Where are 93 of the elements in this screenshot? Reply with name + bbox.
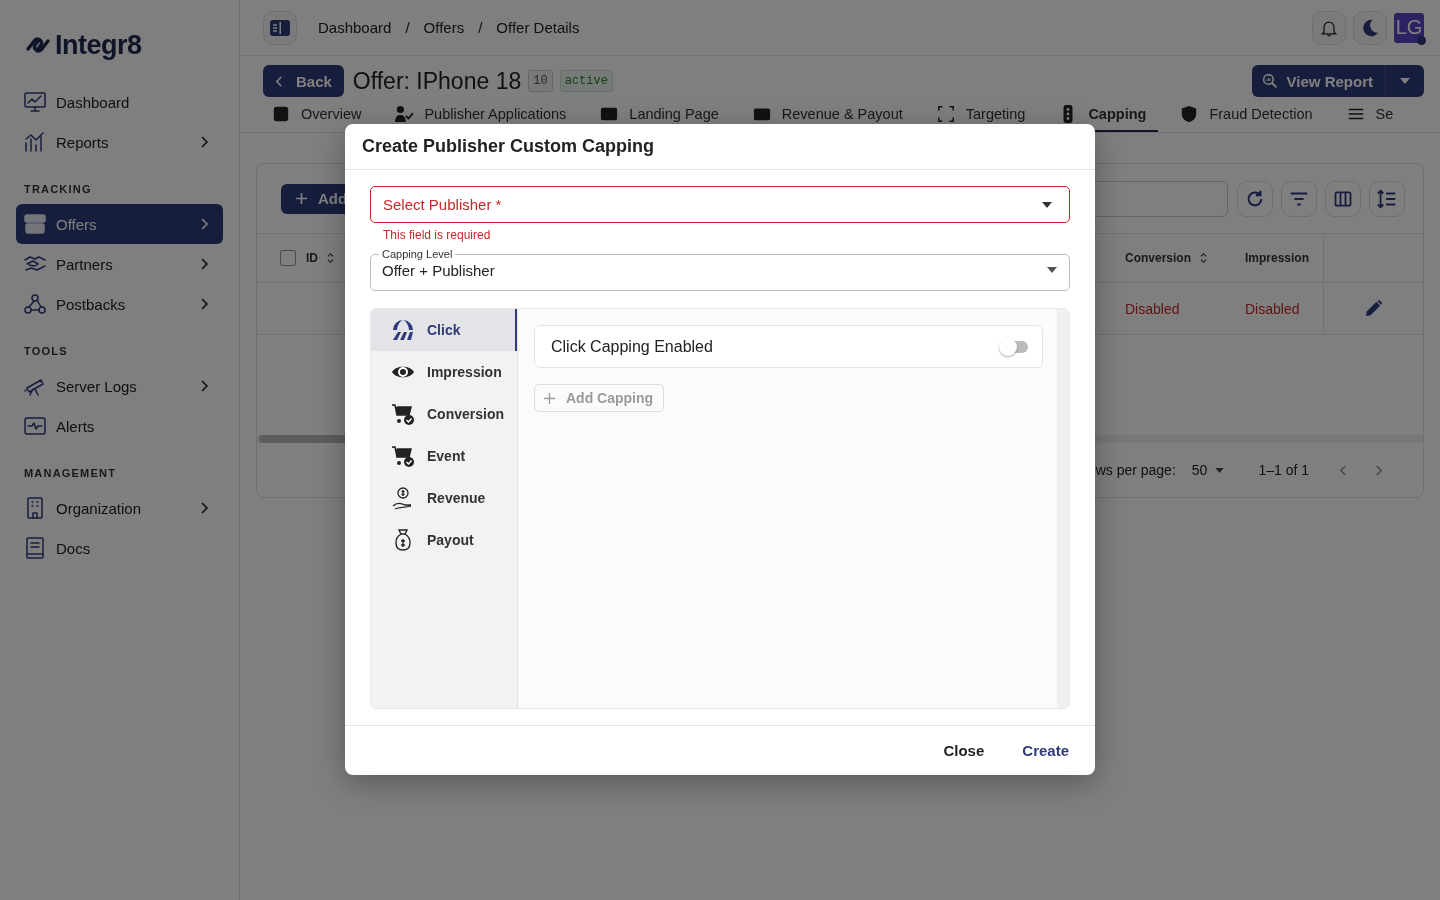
capping-type-tab[interactable]: Payout bbox=[371, 519, 517, 561]
chevron-left-icon[interactable] bbox=[1339, 463, 1348, 477]
rows-per-page-select[interactable]: 50 bbox=[1191, 462, 1225, 478]
person-check-icon bbox=[395, 105, 414, 123]
caret-down-icon bbox=[1047, 267, 1057, 273]
back-button[interactable]: Back bbox=[263, 65, 344, 97]
toggle-switch[interactable] bbox=[1002, 340, 1028, 353]
columns-icon bbox=[1333, 188, 1353, 209]
sidebar-item[interactable]: Postbacks bbox=[16, 284, 223, 324]
chevron-right-icon bbox=[199, 297, 209, 311]
cart-check-icon bbox=[391, 444, 415, 468]
publisher-select[interactable]: Select Publisher * bbox=[370, 186, 1070, 223]
link-icon bbox=[24, 35, 52, 55]
sort-icon[interactable] bbox=[326, 252, 335, 264]
status-dot bbox=[1417, 35, 1426, 45]
breadcrumb-link[interactable]: Offers bbox=[423, 19, 465, 36]
column-header[interactable]: Impression bbox=[1245, 251, 1310, 265]
column-header[interactable]: ID bbox=[306, 251, 318, 265]
page-range: 1–1 of 1 bbox=[1258, 462, 1309, 478]
tab[interactable]: Fraud Detection bbox=[1168, 98, 1325, 132]
capping-type-tab[interactable]: Revenue bbox=[371, 477, 517, 519]
toggle-label: Click Capping Enabled bbox=[551, 337, 713, 356]
sidebar-item[interactable]: Reports bbox=[16, 122, 223, 162]
select-all-checkbox[interactable] bbox=[280, 250, 296, 266]
sidebar-item[interactable]: Dashboard bbox=[16, 82, 223, 122]
capping-type-tab[interactable]: Impression bbox=[371, 351, 517, 393]
capping-type-tab[interactable]: Click bbox=[371, 309, 517, 351]
view-report-label: View Report bbox=[1286, 72, 1373, 90]
table-cell: Disabled bbox=[1125, 300, 1180, 317]
chevron-right-icon bbox=[199, 379, 209, 393]
chevron-right-icon[interactable] bbox=[1374, 463, 1383, 477]
chevron-right-icon bbox=[199, 217, 209, 231]
create-button[interactable]: Create bbox=[1012, 736, 1079, 765]
field-label: Capping Level bbox=[381, 248, 454, 260]
sidebar-item[interactable]: Docs bbox=[16, 528, 223, 568]
caret-down-icon bbox=[1215, 467, 1225, 473]
pulse-icon bbox=[23, 414, 47, 438]
book-icon bbox=[23, 536, 47, 560]
plus-icon bbox=[543, 391, 556, 405]
shield-icon bbox=[1180, 105, 1199, 123]
tab[interactable]: Se bbox=[1334, 98, 1406, 132]
monitor-icon bbox=[23, 90, 47, 114]
rows-per-page-label: ws per page: bbox=[1095, 462, 1176, 478]
breadcrumb-link[interactable]: Dashboard bbox=[318, 19, 392, 36]
avatar[interactable]: LG bbox=[1394, 12, 1424, 43]
capping-level-select[interactable]: Capping Level Offer + Publisher bbox=[370, 248, 1070, 291]
target-frame-icon bbox=[936, 105, 955, 123]
page-title: Offer: IPhone 18 bbox=[352, 67, 522, 95]
sidebar-item[interactable]: Server Logs bbox=[16, 366, 223, 406]
store-icon bbox=[23, 212, 47, 236]
breadcrumb-separator: / bbox=[478, 19, 483, 36]
sidebar-item[interactable]: Organization bbox=[16, 488, 223, 528]
cart-check-icon bbox=[391, 402, 415, 426]
plus-icon bbox=[295, 192, 308, 205]
breadcrumb-link[interactable]: Offer Details bbox=[496, 19, 580, 36]
section-heading: TRACKING bbox=[23, 182, 93, 197]
close-button[interactable]: Close bbox=[933, 736, 995, 765]
search-chart-icon bbox=[1261, 73, 1278, 89]
dialog-title: Create Publisher Custom Capping bbox=[345, 124, 1095, 170]
sort-icon[interactable] bbox=[1199, 252, 1208, 264]
chevron-left-icon bbox=[275, 74, 284, 88]
filter-button[interactable] bbox=[1281, 180, 1317, 217]
caret-down-icon bbox=[1042, 201, 1052, 208]
id-badge: 10 bbox=[528, 70, 553, 92]
column-header[interactable]: Conversion bbox=[1125, 251, 1191, 265]
capping-type-tab[interactable]: Event bbox=[371, 435, 517, 477]
theme-button[interactable] bbox=[1353, 10, 1387, 45]
webhook-icon bbox=[23, 292, 47, 316]
chevron-right-icon bbox=[199, 257, 209, 271]
refresh-button[interactable] bbox=[1237, 180, 1273, 217]
line-height-icon bbox=[1376, 187, 1398, 210]
capping-type-tab[interactable]: Conversion bbox=[371, 393, 517, 435]
columns-button[interactable] bbox=[1325, 180, 1361, 217]
panel-icon bbox=[270, 19, 290, 36]
sidebar-item[interactable]: Partners bbox=[16, 244, 223, 284]
sidebar-item[interactable]: Alerts bbox=[16, 406, 223, 446]
density-button[interactable] bbox=[1369, 180, 1405, 217]
caret-down-icon[interactable] bbox=[1400, 78, 1410, 84]
status-badge: active bbox=[559, 70, 613, 92]
section-heading: MANAGEMENT bbox=[23, 466, 118, 481]
table-cell: Disabled bbox=[1245, 300, 1300, 317]
sidebar-toggle-button[interactable] bbox=[263, 10, 297, 45]
sidebar-item[interactable]: Offers bbox=[16, 204, 223, 244]
section-heading: TOOLS bbox=[23, 344, 69, 359]
chevron-right-icon bbox=[199, 501, 209, 515]
view-report-button[interactable]: View Report bbox=[1251, 65, 1424, 97]
breadcrumb-separator: / bbox=[405, 19, 410, 36]
bar-chart-icon bbox=[23, 130, 47, 154]
logo-text: Integr8 bbox=[55, 29, 142, 61]
chevron-right-icon bbox=[199, 135, 209, 149]
notification-button[interactable] bbox=[1312, 10, 1346, 45]
error-message: This field is required bbox=[382, 227, 492, 244]
pencil-icon[interactable] bbox=[1364, 299, 1383, 318]
